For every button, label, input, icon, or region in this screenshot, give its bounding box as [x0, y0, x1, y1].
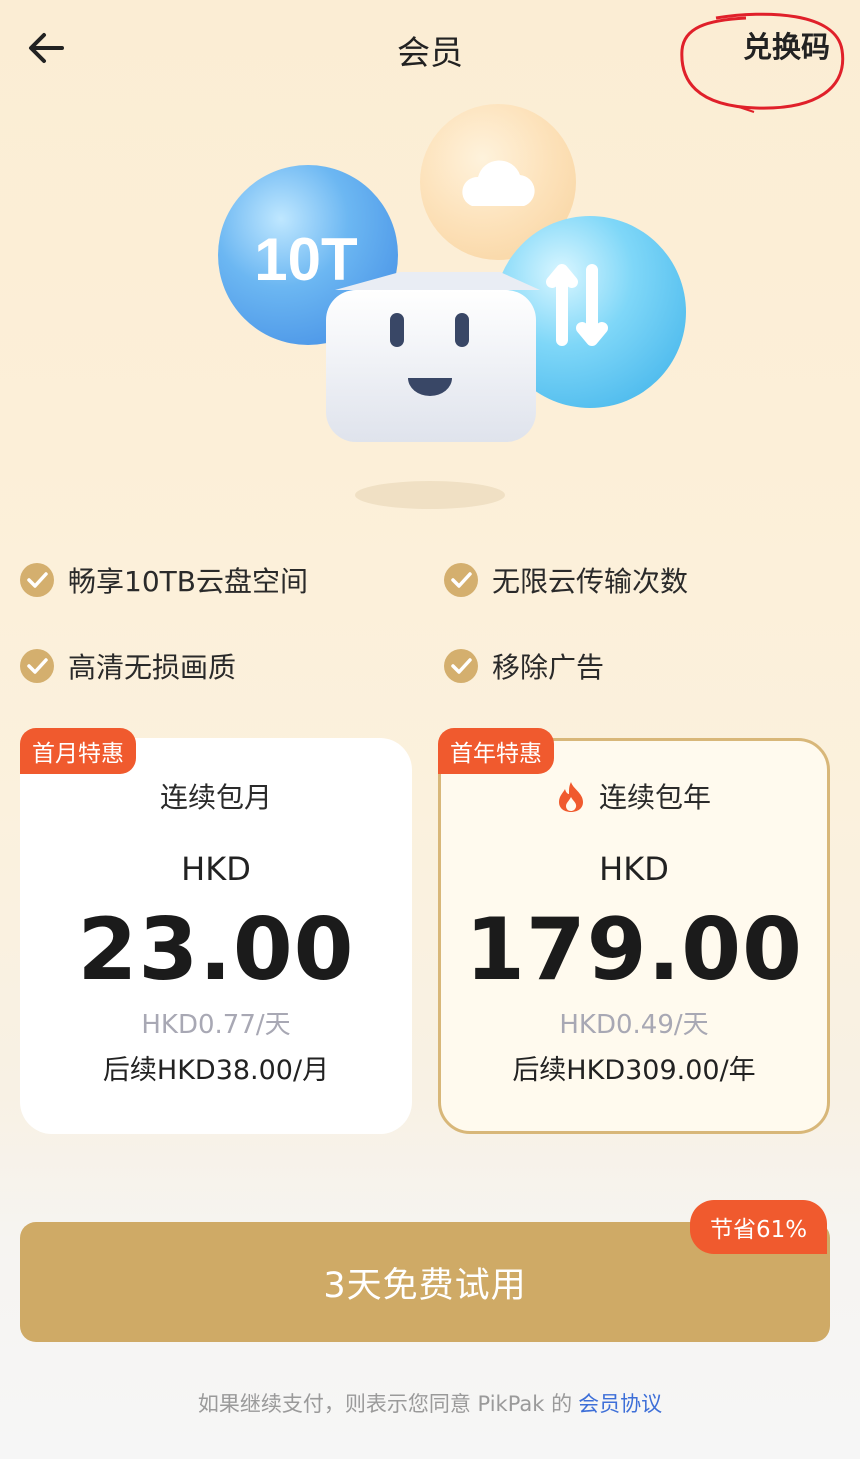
check-icon	[444, 563, 478, 597]
plan-currency: HKD	[599, 850, 669, 888]
hero-illustration: 10T	[218, 104, 686, 509]
plan-currency: HKD	[181, 850, 251, 888]
page-title: 会员	[397, 33, 463, 72]
feature-item: 移除广告	[444, 646, 604, 686]
plan-price: 179.00	[465, 900, 803, 1000]
plan-promo-badge: 首月特惠	[20, 728, 136, 774]
agreement-text: 如果继续支付，则表示您同意 PikPak 的	[197, 1392, 573, 1416]
plan-per-day-price: HKD0.77/天	[141, 1010, 291, 1040]
feature-label: 畅享10TB云盘空间	[68, 565, 308, 598]
check-icon	[444, 649, 478, 683]
agreement-notice: 如果继续支付，则表示您同意 PikPak 的会员协议	[0, 1388, 860, 1418]
plan-promo-badge: 首年特惠	[438, 728, 554, 774]
feature-label: 无限云传输次数	[492, 565, 689, 598]
plan-renewal-price: 后续HKD38.00/月	[102, 1055, 330, 1086]
redeem-code-button[interactable]: 兑换码	[743, 24, 830, 66]
plan-name-row: 连续包年	[441, 776, 827, 820]
feature-label: 移除广告	[492, 651, 605, 684]
plan-name: 连续包月	[159, 781, 272, 814]
plan-name: 连续包年	[598, 781, 711, 814]
membership-agreement-link[interactable]: 会员协议	[578, 1392, 662, 1416]
feature-item: 高清无损画质	[20, 646, 236, 686]
plan-card-yearly[interactable]: 首年特惠 连续包年 HKD 179.00 HKD0.49/天 后续HKD309.…	[438, 728, 830, 1134]
plan-price: 23.00	[77, 900, 355, 1000]
feature-item: 畅享10TB云盘空间	[20, 560, 308, 600]
check-icon	[20, 649, 54, 683]
plan-per-day-price: HKD0.49/天	[559, 1010, 709, 1040]
top-bar: 会员 兑换码	[0, 0, 860, 113]
plan-card-monthly[interactable]: 首月特惠 连续包月 HKD 23.00 HKD0.77/天 后续HKD38.00…	[20, 728, 412, 1134]
savings-badge: 节省61%	[690, 1200, 828, 1254]
fire-icon	[557, 781, 585, 820]
storage-bubble-label: 10T	[254, 226, 357, 293]
plan-renewal-price: 后续HKD309.00/年	[512, 1055, 756, 1086]
check-icon	[20, 563, 54, 597]
feature-label: 高清无损画质	[68, 651, 237, 684]
feature-item: 无限云传输次数	[444, 560, 688, 600]
